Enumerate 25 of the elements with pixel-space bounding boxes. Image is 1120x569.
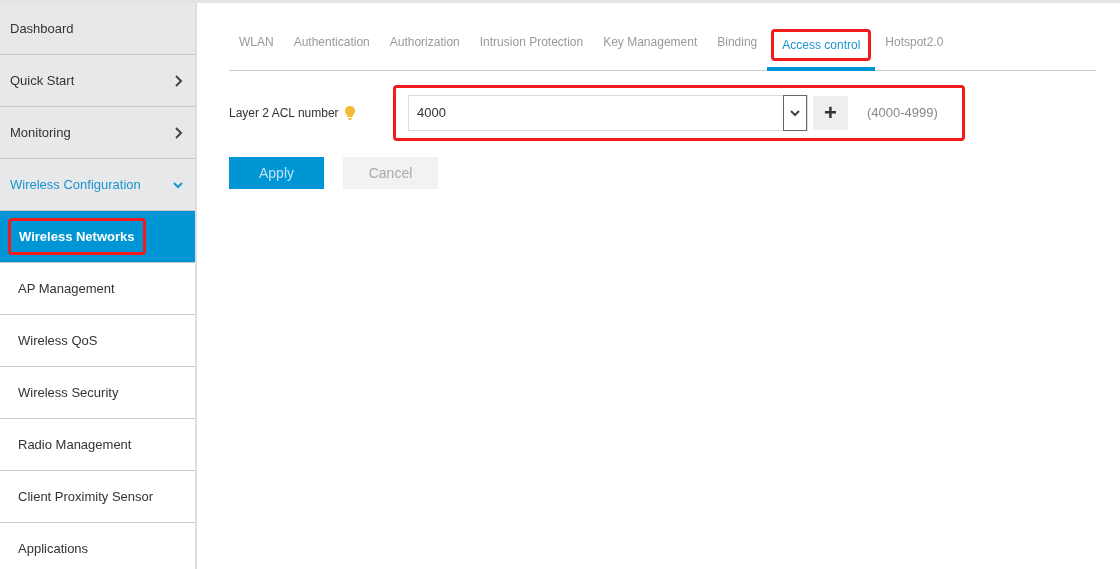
sidebar-item[interactable]: Wireless Networks bbox=[0, 211, 195, 263]
sidebar-item[interactable]: Quick Start bbox=[0, 55, 195, 107]
tab[interactable]: Authorization bbox=[379, 19, 470, 71]
apply-button[interactable]: Apply bbox=[229, 157, 324, 189]
field-label: Layer 2 ACL number bbox=[229, 105, 339, 122]
tab[interactable]: Binding bbox=[707, 19, 768, 71]
dropdown-button[interactable] bbox=[783, 95, 807, 131]
caret-icon bbox=[790, 107, 800, 119]
add-button[interactable]: + bbox=[813, 96, 848, 130]
tab[interactable]: Hotspot2.0 bbox=[875, 19, 954, 71]
sidebar-item[interactable]: Wireless Configuration bbox=[0, 159, 195, 211]
range-hint: (4000-4999) bbox=[867, 104, 938, 123]
tab[interactable]: Intrusion Protection bbox=[469, 19, 594, 71]
sidebar-item-label: Dashboard bbox=[10, 19, 74, 38]
sidebar-item-label: Wireless Configuration bbox=[10, 175, 141, 194]
chevron-icon bbox=[173, 74, 183, 87]
sidebar-item-label: Monitoring bbox=[10, 123, 71, 142]
tab[interactable]: Key Management bbox=[593, 19, 708, 71]
chevron-icon bbox=[173, 126, 183, 139]
tab[interactable]: WLAN bbox=[229, 19, 284, 71]
select-field[interactable]: 4000 bbox=[408, 95, 808, 131]
sidebar-item-label: Quick Start bbox=[10, 71, 75, 90]
tab[interactable]: Authentication bbox=[283, 19, 380, 71]
sidebar-item[interactable]: Dashboard bbox=[0, 3, 195, 55]
sidebar-item[interactable]: Monitoring bbox=[0, 107, 195, 159]
